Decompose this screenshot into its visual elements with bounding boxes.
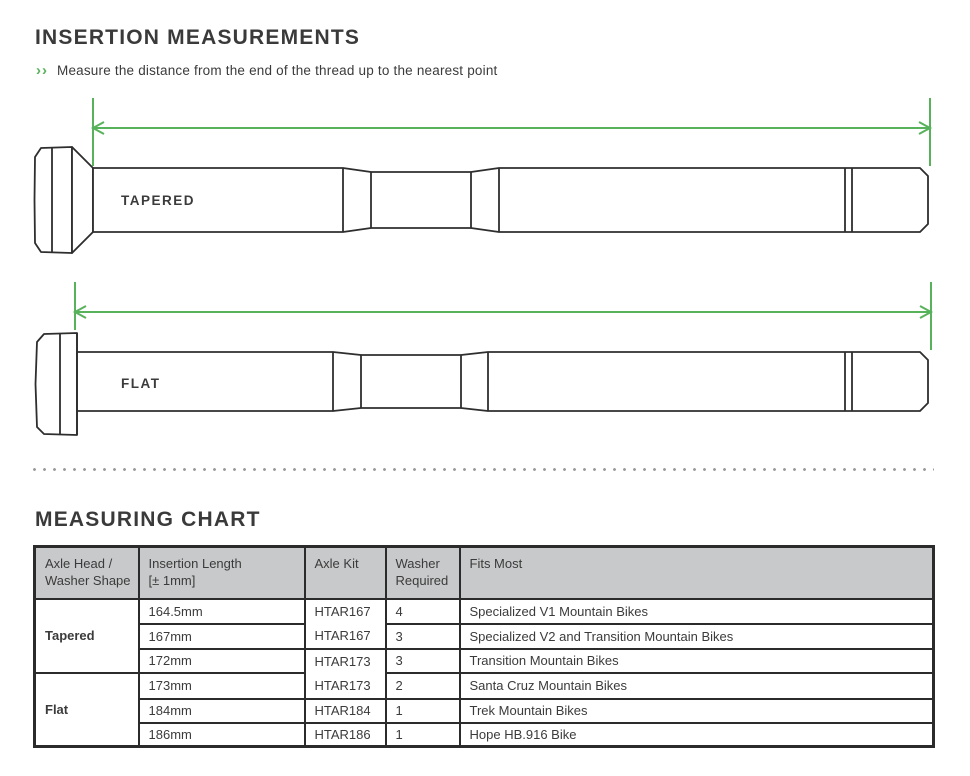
table-row: Tapered 164.5mm HTAR167 HTAR167 4 Specia…	[35, 599, 934, 624]
kit-cell-merged: HTAR167 HTAR167	[305, 599, 386, 649]
fits-cell: Transition Mountain Bikes	[460, 649, 934, 673]
table-row: 186mm HTAR186 1 Hope HB.916 Bike	[35, 723, 934, 747]
dotted-divider	[33, 468, 934, 471]
kit-cell: HTAR186	[305, 723, 386, 747]
fits-cell: Specialized V1 Mountain Bikes	[460, 599, 934, 624]
washer-cell: 1	[386, 699, 460, 723]
table-row: 184mm HTAR184 1 Trek Mountain Bikes	[35, 699, 934, 723]
length-cell: 184mm	[139, 699, 305, 723]
length-cell: 186mm	[139, 723, 305, 747]
washer-cell: 4	[386, 599, 460, 624]
length-cell: 164.5mm	[139, 599, 305, 624]
washer-cell: 3	[386, 649, 460, 673]
fits-cell: Specialized V2 and Transition Mountain B…	[460, 624, 934, 649]
col-header-washer-required: Washer Required	[386, 547, 460, 599]
table-row: 172mm HTAR173 HTAR173 3 Transition Mount…	[35, 649, 934, 673]
fits-cell: Santa Cruz Mountain Bikes	[460, 673, 934, 699]
washer-cell: 1	[386, 723, 460, 747]
manual-page: INSERTION MEASUREMENTS ››Measure the dis…	[0, 0, 970, 776]
col-header-axle-head-washer-shape: Axle Head / Washer Shape	[35, 547, 139, 599]
col-header-insertion-length: Insertion Length [± 1mm]	[139, 547, 305, 599]
shape-cell-tapered: Tapered	[35, 599, 139, 673]
length-cell: 167mm	[139, 624, 305, 649]
table-row: Flat 173mm 2 Santa Cruz Mountain Bikes	[35, 673, 934, 699]
axle-diagrams: TAPERED FLAT	[0, 0, 970, 470]
table-row: 167mm 3 Specialized V2 and Transition Mo…	[35, 624, 934, 649]
kit-cell-merged: HTAR173 HTAR173	[305, 649, 386, 699]
col-header-axle-kit: Axle Kit	[305, 547, 386, 599]
flat-label: FLAT	[121, 376, 161, 391]
header-row: Axle Head / Washer Shape Insertion Lengt…	[35, 547, 934, 599]
washer-cell: 2	[386, 673, 460, 699]
col-header-fits-most: Fits Most	[460, 547, 934, 599]
washer-cell: 3	[386, 624, 460, 649]
length-cell: 173mm	[139, 673, 305, 699]
measuring-chart-title: MEASURING CHART	[35, 509, 261, 530]
tapered-label: TAPERED	[121, 193, 195, 208]
length-cell: 172mm	[139, 649, 305, 673]
dimension-arrow-tapered	[93, 98, 930, 166]
kit-cell: HTAR184	[305, 699, 386, 723]
measuring-chart-table: Axle Head / Washer Shape Insertion Lengt…	[33, 545, 935, 748]
dimension-arrow-flat	[75, 282, 931, 350]
fits-cell: Trek Mountain Bikes	[460, 699, 934, 723]
flat-axle-drawing	[36, 333, 929, 435]
fits-cell: Hope HB.916 Bike	[460, 723, 934, 747]
shape-cell-flat: Flat	[35, 673, 139, 747]
